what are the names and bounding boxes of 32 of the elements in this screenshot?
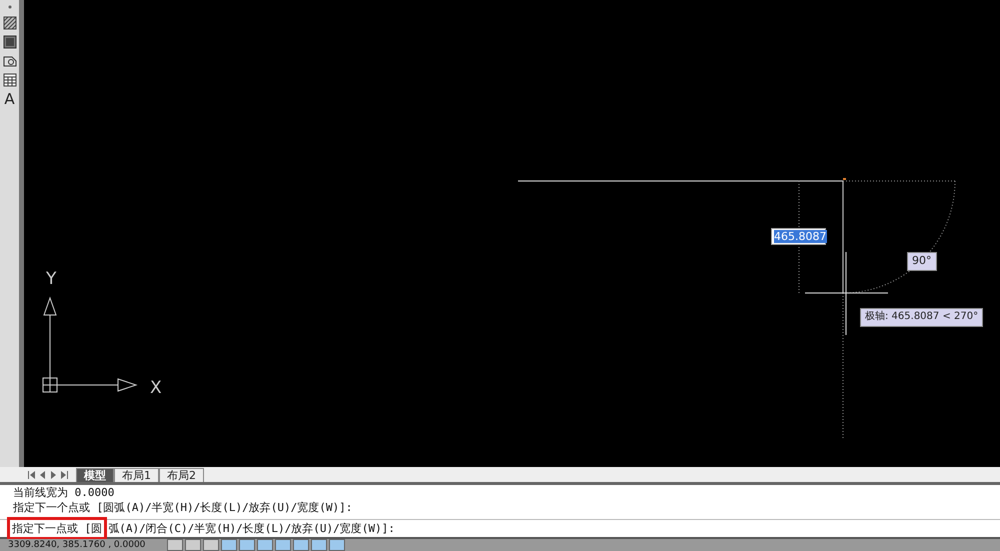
length-input[interactable]: 465.8087: [771, 228, 826, 245]
highlighted-prompt: 指定下一点或 [圆: [10, 520, 104, 537]
table-icon[interactable]: [2, 73, 16, 87]
ucs-icon: [42, 296, 138, 392]
region-icon[interactable]: [2, 54, 16, 68]
polar-tooltip: 极轴: 465.8087 < 270°: [860, 308, 984, 327]
layout-tab[interactable]: 布局2: [159, 468, 204, 482]
drafting-toggle[interactable]: [167, 538, 184, 551]
ucs-x-label: X: [150, 378, 162, 398]
drafting-toggle[interactable]: [275, 538, 292, 551]
text-tool[interactable]: A: [4, 92, 15, 107]
drafting-toggle[interactable]: [239, 538, 256, 551]
snap-marker: [843, 178, 846, 180]
coordinates-readout: 3309.8240, 385.1760 , 0.0000: [8, 540, 146, 550]
drafting-toggle[interactable]: [257, 538, 274, 551]
angle-tooltip: 90°: [907, 252, 936, 271]
gradient-icon[interactable]: [2, 35, 16, 49]
drafting-toggle[interactable]: [329, 538, 346, 551]
command-history-line: 指定下一个点或 [圆弧(A)/半宽(H)/长度(L)/放弃(U)/宽度(W)]:: [13, 500, 354, 516]
hatch-icon[interactable]: [2, 16, 16, 30]
ucs-y-label: Y: [46, 269, 56, 289]
command-history-line: 当前线宽为 0.0000: [13, 485, 116, 500]
drafting-toggle[interactable]: [185, 538, 202, 551]
tab-navigation-icon[interactable]: [26, 470, 70, 480]
layout-tab[interactable]: 模型: [76, 468, 114, 482]
dot-icon[interactable]: [8, 5, 12, 9]
drafting-toggle[interactable]: [221, 538, 238, 551]
layout-tab[interactable]: 布局1: [114, 468, 159, 482]
drafting-toggle[interactable]: [293, 538, 310, 551]
command-prompt: 弧(A)/闭合(C)/半宽(H)/长度(L)/放弃(U)/宽度(W)]:: [108, 520, 395, 536]
drafting-toggle[interactable]: [203, 538, 220, 551]
drafting-toggle[interactable]: [311, 538, 328, 551]
